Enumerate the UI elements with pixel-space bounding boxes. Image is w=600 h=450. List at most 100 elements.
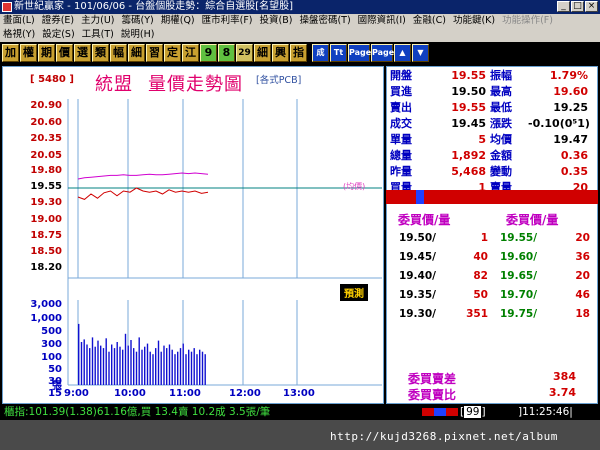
volume-bar [127,345,129,385]
price-tick: 20.60 [30,117,62,128]
volume-bar [86,344,88,385]
quote-value: 1.79% [549,69,588,82]
volume-bar [179,348,182,385]
volume-bar [160,351,162,385]
quote-label: 金額 [490,149,512,162]
volume-bar [80,342,83,385]
ratio-value: 3.74 [548,386,576,399]
book-ask: 19.65/ [500,270,538,282]
book-bid: 19.40/ [398,270,436,282]
page-number-value: 99 [464,406,482,418]
book-bq: 40 [473,251,488,263]
quote-label: 均價 [490,133,512,146]
book-aq: 20 [575,232,590,244]
page-number[interactable]: [99] [460,404,486,420]
volume-bar [174,354,176,385]
volume-bar [138,337,140,385]
price-tick: 18.20 [30,262,62,273]
volume-bar [157,340,160,385]
quote-label: 賣出 [390,101,412,114]
quote-value: 1,892 [451,149,486,162]
time-tick: 11:00 [169,388,201,399]
volume-bar [113,348,116,385]
volume-unit: 張 [52,381,62,392]
volume-bar [133,348,135,385]
price-tick: 19.55 [30,181,62,192]
book-aq: 46 [575,289,590,301]
book-bid: 19.45/ [398,251,436,263]
volume-bar [122,349,124,385]
quote-value: 19.55 [451,101,486,114]
price-tick: 18.50 [30,246,62,257]
volume-bar [116,342,118,385]
quote-label: 變動 [490,165,512,178]
volume-bar [130,340,132,385]
quote-value: 0.35 [560,165,588,178]
volume-bar [188,349,190,385]
volume-bar [182,343,184,385]
quote-label: 開盤 [390,69,412,82]
volume-bar [171,349,173,385]
volume-tick: 3,000 [30,299,62,310]
volume-bar [204,354,206,385]
volume-bar [144,346,146,385]
volume-tick: 50 [48,364,62,375]
volume-bar [152,354,154,385]
volume-bar [108,351,110,385]
quote-value: 19.45 [451,117,486,130]
quote-value: 19.47 [553,133,588,146]
book-bq: 50 [473,289,488,301]
volume-bar [135,351,138,385]
time-tick: 13:00 [283,388,315,399]
book-bid-title: 委買價/量 [398,213,451,227]
volume-bar [199,349,201,385]
price-tick: 19.30 [30,197,62,208]
volume-bar [119,346,121,385]
book-ask: 19.55/ [500,232,538,244]
volume-bar [102,348,105,385]
book-bq: 351 [466,308,488,320]
volume-bar [177,351,179,385]
clock: ]11:25:46| [518,406,573,418]
volume-bar [83,339,85,385]
status-color-bar [422,408,458,416]
clock-value: 11:25:46 [522,406,570,418]
volume-bar [78,323,80,385]
price-tick: 19.80 [30,165,62,176]
quote-value: 19.55 [451,69,486,82]
quote-value: 5,468 [451,165,486,178]
price-tick: 18.75 [30,230,62,241]
book-ask: 19.70/ [500,289,538,301]
quote-value: 5 [478,133,486,146]
quote-value: -0.10(0⁵1) [528,117,590,130]
diff-value: 384 [553,370,576,383]
forecast-tag[interactable]: 預測 [340,284,368,301]
quote-label: 漲跌 [490,117,512,130]
status-line: 櫃指:101.39(1.38)61.16億,買 13.4賣 10.2成 3.5張… [0,404,600,420]
index-status: 櫃指:101.39(1.38)61.16億,買 13.4賣 10.2成 3.5張… [4,406,271,418]
volume-bar [190,351,193,385]
time-tick: 12:00 [229,388,261,399]
avg-price-label: (均價) [343,182,366,191]
volume-bar [163,345,165,385]
ratio-label: 委買賣比 [408,388,457,402]
book-aq: 18 [575,308,590,320]
quote-value: 19.50 [451,85,486,98]
volume-bar [111,344,113,385]
quote-value: 19.60 [553,85,588,98]
book-bid: 19.35/ [398,289,436,301]
volume-bar [89,348,91,385]
avg-price-line [77,172,209,180]
quote-value: 19.25 [553,101,588,114]
quote-label: 最低 [490,101,512,114]
quote-label: 昨量 [390,165,412,178]
watermark-url: http://kujd3268.pixnet.net/album [330,430,558,443]
book-bq: 82 [473,270,488,282]
time-tick: 9:00 [64,388,89,399]
book-bid: 19.50/ [398,232,436,244]
book-bq: 1 [480,232,488,244]
quote-label: 單量 [390,133,412,146]
volume-bar [124,333,127,385]
volume-tick: 300 [41,339,62,350]
book-aq: 20 [575,270,590,282]
